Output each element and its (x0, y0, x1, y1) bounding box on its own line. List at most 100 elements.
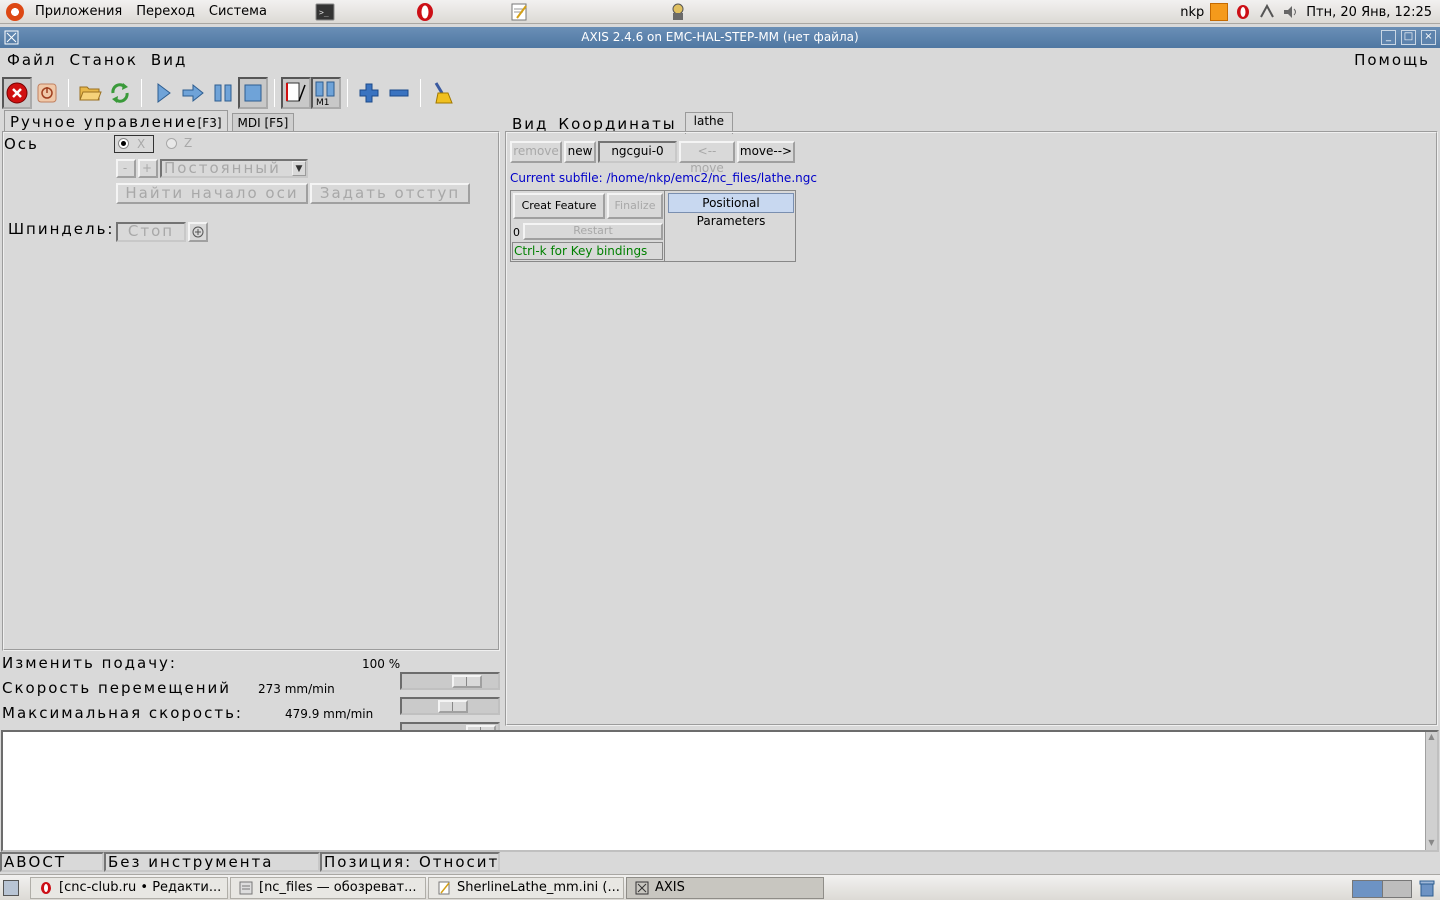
feed-override-value: 100 % (362, 657, 401, 671)
terminal-launcher-icon[interactable]: >_ (315, 2, 335, 22)
close-window-icon[interactable]: × (1421, 30, 1436, 45)
finalize-button[interactable]: Finalize (607, 193, 663, 219)
jog-minus-button[interactable]: - (116, 159, 136, 178)
jog-plus-button[interactable]: + (138, 159, 158, 178)
gcode-text-area[interactable]: ▲ ▼ (1, 730, 1439, 852)
block-delete-icon (286, 82, 306, 102)
top-panel: Приложения Переход Система >_ nkp Птн, 2… (0, 0, 1440, 24)
task-file-browser[interactable]: [nc_files — обозреват... (230, 877, 426, 899)
window-titlebar[interactable]: AXIS 2.4.6 on EMC-HAL-STEP-MM (нет файла… (0, 27, 1440, 48)
axis-launcher-icon[interactable] (668, 2, 688, 22)
estop-button[interactable] (2, 77, 32, 109)
axis-z-radio[interactable]: Z (164, 135, 204, 153)
positional-parameters-button[interactable]: Positional Parameters (668, 193, 794, 228)
menu-view[interactable]: Вид (144, 48, 193, 72)
home-axis-button[interactable]: Найти начало оси (116, 183, 308, 204)
remove-page-button[interactable]: remove (510, 141, 562, 163)
move-right-button[interactable]: move--> (737, 141, 795, 163)
tab-lathe-label: lathe (693, 114, 725, 128)
chevron-down-icon: ▼ (292, 161, 306, 176)
axis-x-label: X (137, 137, 146, 151)
axis-x-radio[interactable]: X (114, 135, 154, 153)
bottom-taskbar: [cnc-club.ru • Редакти... [nc_files — об… (0, 874, 1440, 900)
reload-button[interactable] (105, 77, 135, 109)
jog-speed-row: Скорость перемещений 273 mm/min (2, 679, 500, 715)
axis-label: Ось (4, 135, 39, 153)
optional-stop-icon: M1 (315, 81, 335, 106)
spindle-brake-button[interactable] (188, 222, 208, 242)
places-menu[interactable]: Переход (129, 4, 202, 19)
minimize-icon[interactable]: _ (1381, 30, 1396, 45)
create-feature-button[interactable]: Creat Feature (513, 193, 605, 219)
max-velocity-label: Максимальная скорость: (2, 704, 243, 722)
zoom-in-button[interactable] (354, 77, 384, 109)
spindle-stop-button[interactable]: Стоп (116, 222, 186, 242)
ubuntu-logo-icon[interactable] (6, 2, 24, 21)
run-button[interactable] (148, 77, 178, 109)
optional-stop-button[interactable]: M1 (311, 77, 341, 109)
jog-speed-label: Скорость перемещений (2, 679, 231, 697)
brake-icon (192, 226, 204, 238)
task-label: AXIS (655, 880, 685, 895)
workspace-switcher[interactable] (1352, 880, 1412, 898)
svg-text:M1: M1 (316, 98, 330, 106)
page-name-field[interactable]: ngcgui-0 (598, 141, 677, 163)
opera-tray-icon[interactable] (1234, 3, 1252, 21)
radio-unselected-icon (166, 138, 177, 149)
pause-button[interactable] (208, 77, 238, 109)
tab-manual-control[interactable]: Ручное управление[F3] (4, 110, 228, 132)
maximize-icon[interactable]: □ (1401, 30, 1416, 45)
new-page-button[interactable]: new (564, 141, 596, 163)
applications-menu[interactable]: Приложения (28, 4, 129, 19)
workspace-1[interactable] (1353, 881, 1382, 897)
scroll-down-icon[interactable]: ▼ (1426, 838, 1437, 850)
menu-file[interactable]: Файл (0, 48, 62, 72)
feature-controls: Creat Feature Finalize 0 Restart Ctrl-k … (511, 191, 665, 261)
position-status: Позиция: Относите (320, 852, 500, 872)
network-icon[interactable] (1258, 3, 1276, 21)
svg-text:>_: >_ (319, 8, 329, 17)
task-axis[interactable]: AXIS (626, 877, 824, 899)
move-left-button[interactable]: <--move (679, 141, 735, 175)
estop-status: АВОСТ (0, 852, 104, 872)
jog-mode-select[interactable]: Постоянный ▼ (160, 159, 308, 178)
text-editor-launcher-icon[interactable] (509, 2, 529, 22)
user-name[interactable]: nkp (1180, 5, 1204, 20)
step-button[interactable] (178, 77, 208, 109)
system-menu[interactable]: Система (202, 4, 274, 19)
restart-button[interactable]: Restart (523, 223, 663, 240)
trash-icon[interactable] (1418, 879, 1436, 897)
folder-open-icon (79, 86, 102, 101)
window-menu-icon[interactable] (4, 30, 19, 45)
opera-icon (41, 882, 51, 894)
machine-power-button[interactable] (32, 77, 62, 109)
toolbar-separator (274, 79, 275, 107)
feature-frame: Creat Feature Finalize 0 Restart Ctrl-k … (510, 190, 796, 262)
tab-mdi[interactable]: MDI [F5] (231, 113, 295, 132)
plus-icon (359, 83, 379, 103)
toolbar-separator (141, 79, 142, 107)
touch-off-button[interactable]: Задать отступ (310, 183, 470, 204)
opera-launcher-icon[interactable] (415, 2, 435, 22)
workspace-2[interactable] (1381, 881, 1411, 897)
scroll-up-icon[interactable]: ▲ (1426, 732, 1437, 744)
volume-icon[interactable] (1282, 3, 1300, 21)
menu-help[interactable]: Помощь (1347, 48, 1436, 69)
zoom-out-button[interactable] (384, 77, 414, 109)
stop-button[interactable] (238, 77, 268, 109)
task-opera[interactable]: [cnc-club.ru • Редакти... (30, 877, 228, 899)
task-text-editor[interactable]: SherlineLathe_mm.ini (... (428, 877, 624, 899)
statusbar: АВОСТ Без инструмента Позиция: Относите (0, 852, 1440, 872)
toolbar-separator (420, 79, 421, 107)
update-notifier-icon[interactable] (1210, 3, 1229, 21)
open-file-button[interactable] (75, 77, 105, 109)
block-delete-button[interactable] (281, 77, 311, 109)
feature-count: 0 (513, 226, 520, 239)
clear-plot-button[interactable] (427, 77, 457, 109)
clock[interactable]: Птн, 20 Янв, 12:25 (1306, 5, 1432, 20)
menu-machine[interactable]: Станок (62, 48, 143, 72)
feed-override-row: Изменить подачу: 100 % (2, 654, 500, 690)
show-desktop-icon[interactable] (3, 880, 19, 896)
task-label: SherlineLathe_mm.ini (... (457, 880, 620, 895)
gcode-scrollbar[interactable]: ▲ ▼ (1425, 732, 1437, 850)
